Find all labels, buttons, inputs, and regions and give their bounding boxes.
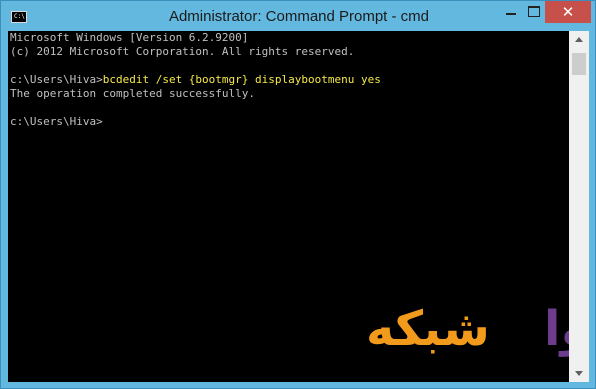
vertical-scrollbar[interactable]: [569, 31, 589, 382]
scroll-down-arrow-icon[interactable]: [569, 365, 589, 382]
minimize-button[interactable]: [499, 1, 523, 23]
prompt-line[interactable]: c:\Users\Hiva>: [10, 115, 103, 129]
command-text: bcdedit /set {bootmgr} displaybootmenu y…: [102, 73, 381, 86]
maximize-button[interactable]: [523, 1, 545, 23]
watermark-logo: شبکه هیوا: [366, 301, 569, 357]
close-icon: ✕: [561, 3, 575, 21]
console-output[interactable]: Microsoft Windows [Version 6.2.9200] (c)…: [8, 31, 569, 382]
console-line: The operation completed successfully.: [10, 87, 256, 100]
prompt: c:\Users\Hiva>: [10, 115, 103, 128]
console-line: (c) 2012 Microsoft Corporation. All righ…: [10, 45, 355, 58]
title-bar[interactable]: C:\. Administrator: Command Prompt - cmd…: [1, 1, 596, 31]
console-line: Microsoft Windows [Version 6.2.9200]: [10, 31, 249, 44]
prompt: c:\Users\Hiva>: [10, 73, 103, 86]
watermark-word-orange: شبکه: [366, 301, 490, 357]
scroll-thumb[interactable]: [572, 53, 586, 75]
command-line: c:\Users\Hiva>bcdedit /set {bootmgr} dis…: [10, 73, 381, 87]
close-button[interactable]: ✕: [545, 1, 591, 23]
hiva-shabakeh-watermark: شبکه هیوا: [254, 289, 569, 369]
scroll-up-arrow-icon[interactable]: [569, 31, 589, 48]
watermark-word-purple: هیوا: [544, 301, 569, 357]
command-prompt-window: C:\. Administrator: Command Prompt - cmd…: [0, 0, 596, 389]
